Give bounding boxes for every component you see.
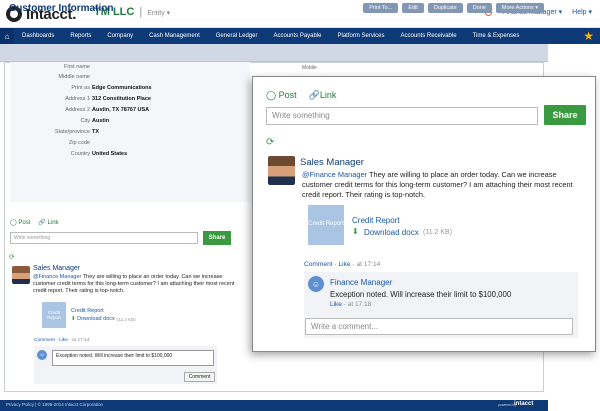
home-icon[interactable]: ⌂ bbox=[0, 28, 14, 44]
download-size: (11.2 KB) bbox=[423, 229, 453, 236]
write-comment-input[interactable]: Write a comment... bbox=[305, 318, 573, 335]
print-to-button[interactable]: Print To... bbox=[363, 3, 399, 13]
edit-button[interactable]: Edit bbox=[402, 3, 424, 13]
post-author[interactable]: Sales Manager bbox=[300, 157, 364, 168]
comment-avatar-icon: ☺ bbox=[37, 350, 47, 360]
link-tab[interactable]: 🔗Link bbox=[309, 90, 337, 101]
field-value: Edge Communications bbox=[92, 85, 152, 91]
help-menu[interactable]: Help ▾ bbox=[572, 8, 592, 16]
mention-link[interactable]: @Finance Manager bbox=[302, 170, 367, 179]
post-tabs-small: ◯ Post 🔗 Link bbox=[10, 219, 59, 226]
like-link[interactable]: Like bbox=[338, 261, 350, 268]
nav-dashboards[interactable]: Dashboards bbox=[14, 33, 62, 39]
favorites-star-icon[interactable]: ★ bbox=[577, 29, 600, 43]
post-icon: ◯ bbox=[266, 90, 277, 100]
download-link[interactable]: Download docx bbox=[364, 228, 419, 237]
post-message: @Finance Manager They are willing to pla… bbox=[33, 274, 235, 295]
comment-avatar-icon: ☺ bbox=[308, 276, 324, 292]
attachment-name[interactable]: Credit Report bbox=[71, 308, 104, 314]
attachment-thumbnail[interactable]: Credit Report bbox=[308, 205, 344, 245]
post-meta: Comment · Like · at 17:14 bbox=[34, 338, 90, 343]
post-message: @Finance Manager They are willing to pla… bbox=[302, 170, 573, 199]
entity-dropdown[interactable]: Entity ▾ bbox=[147, 9, 170, 17]
company-separator: | bbox=[139, 6, 143, 18]
comment-author[interactable]: Finance Manager bbox=[330, 278, 392, 287]
field-label: State/province bbox=[54, 129, 90, 135]
download-size: (11.2 KB) bbox=[117, 317, 136, 322]
field-value: United States bbox=[92, 151, 128, 157]
more-actions-button[interactable]: More Actions ▾ bbox=[495, 3, 544, 13]
field-label: Address 2 bbox=[65, 107, 90, 113]
share-button[interactable]: Share bbox=[544, 105, 586, 125]
avatar bbox=[268, 156, 295, 185]
download-icon: ⬇ bbox=[71, 316, 76, 322]
nav-accounts-receivable[interactable]: Accounts Receivable bbox=[393, 33, 465, 39]
field-label: First name bbox=[64, 64, 90, 70]
page-header bbox=[0, 44, 548, 62]
link-tab[interactable]: 🔗 Link bbox=[38, 219, 58, 226]
page-actions: Print To... Edit Duplicate Done More Act… bbox=[363, 3, 544, 13]
comment-time: at 17:18 bbox=[347, 301, 372, 308]
comment-text: Exception noted. Will increase their lim… bbox=[330, 290, 512, 299]
comment-link[interactable]: Comment bbox=[304, 261, 333, 268]
avatar bbox=[12, 266, 30, 284]
comment-like-link[interactable]: Like bbox=[330, 301, 342, 308]
nav-time-expenses[interactable]: Time & Expenses bbox=[465, 33, 528, 39]
nav-accounts-payable[interactable]: Accounts Payable bbox=[265, 33, 329, 39]
mention-link[interactable]: @Finance Manager bbox=[33, 274, 81, 280]
nav-platform-services[interactable]: Platform Services bbox=[330, 33, 393, 39]
field-label: Address 1 bbox=[65, 96, 90, 102]
post-meta: Comment · Like · at 17:14 bbox=[304, 261, 381, 268]
field-value: 312 Constitution Place bbox=[92, 96, 151, 102]
post-input[interactable]: Write something bbox=[266, 107, 538, 125]
field-value: Austin bbox=[92, 118, 110, 124]
post-tabs: ◯ Post 🔗Link bbox=[266, 90, 336, 101]
footer-logo: intacct bbox=[514, 401, 534, 407]
download-icon: ⬇ bbox=[352, 227, 359, 236]
nav-general-ledger[interactable]: General Ledger bbox=[208, 33, 266, 39]
field-value: Austin, TX 78767 USA bbox=[92, 107, 150, 113]
share-button-small[interactable]: Share bbox=[203, 231, 231, 245]
field-label: Middle name bbox=[58, 74, 91, 80]
nav-cash-management[interactable]: Cash Management bbox=[141, 33, 208, 39]
post-input-small[interactable]: Write something bbox=[10, 232, 198, 244]
refresh-icon[interactable]: ⟳ bbox=[266, 137, 274, 148]
refresh-icon[interactable]: ⟳ bbox=[9, 253, 15, 261]
post-author[interactable]: Sales Manager bbox=[33, 265, 80, 272]
field-label: City bbox=[80, 118, 90, 124]
footer-text[interactable]: Privacy Policy | © 1999-2014 Intacct Cor… bbox=[6, 402, 103, 407]
link-icon: 🔗 bbox=[308, 90, 320, 100]
duplicate-button[interactable]: Duplicate bbox=[427, 3, 463, 13]
field-label: Print as bbox=[71, 85, 90, 91]
done-button[interactable]: Done bbox=[466, 3, 492, 13]
nav-reports[interactable]: Reports bbox=[62, 33, 99, 39]
attachment-name[interactable]: Credit Report bbox=[352, 216, 400, 225]
mobile-label: Mobile bbox=[302, 65, 317, 71]
comment-meta: Like · at 17:18 bbox=[330, 301, 372, 308]
download-link[interactable]: ⬇ Download docx bbox=[71, 316, 115, 322]
field-value: TX bbox=[92, 129, 100, 135]
customer-form: First name Middle name Print as Edge Com… bbox=[10, 62, 250, 202]
reply-input[interactable]: Exception noted. Will increase their lim… bbox=[52, 350, 214, 366]
attachment-thumbnail[interactable]: Credit Report bbox=[42, 302, 66, 328]
post-tab[interactable]: ◯ Post bbox=[10, 219, 30, 226]
page-title: Customer Information bbox=[9, 3, 114, 14]
comment-button[interactable]: Comment bbox=[184, 372, 215, 382]
nav-company[interactable]: Company bbox=[99, 33, 141, 39]
main-nav: ⌂ Dashboards Reports Company Cash Manage… bbox=[0, 28, 600, 44]
post-tab[interactable]: ◯ Post bbox=[266, 90, 297, 101]
field-label: Country bbox=[70, 151, 90, 157]
post-time: at 17:14 bbox=[356, 261, 381, 268]
field-label: Zip code bbox=[68, 140, 90, 146]
